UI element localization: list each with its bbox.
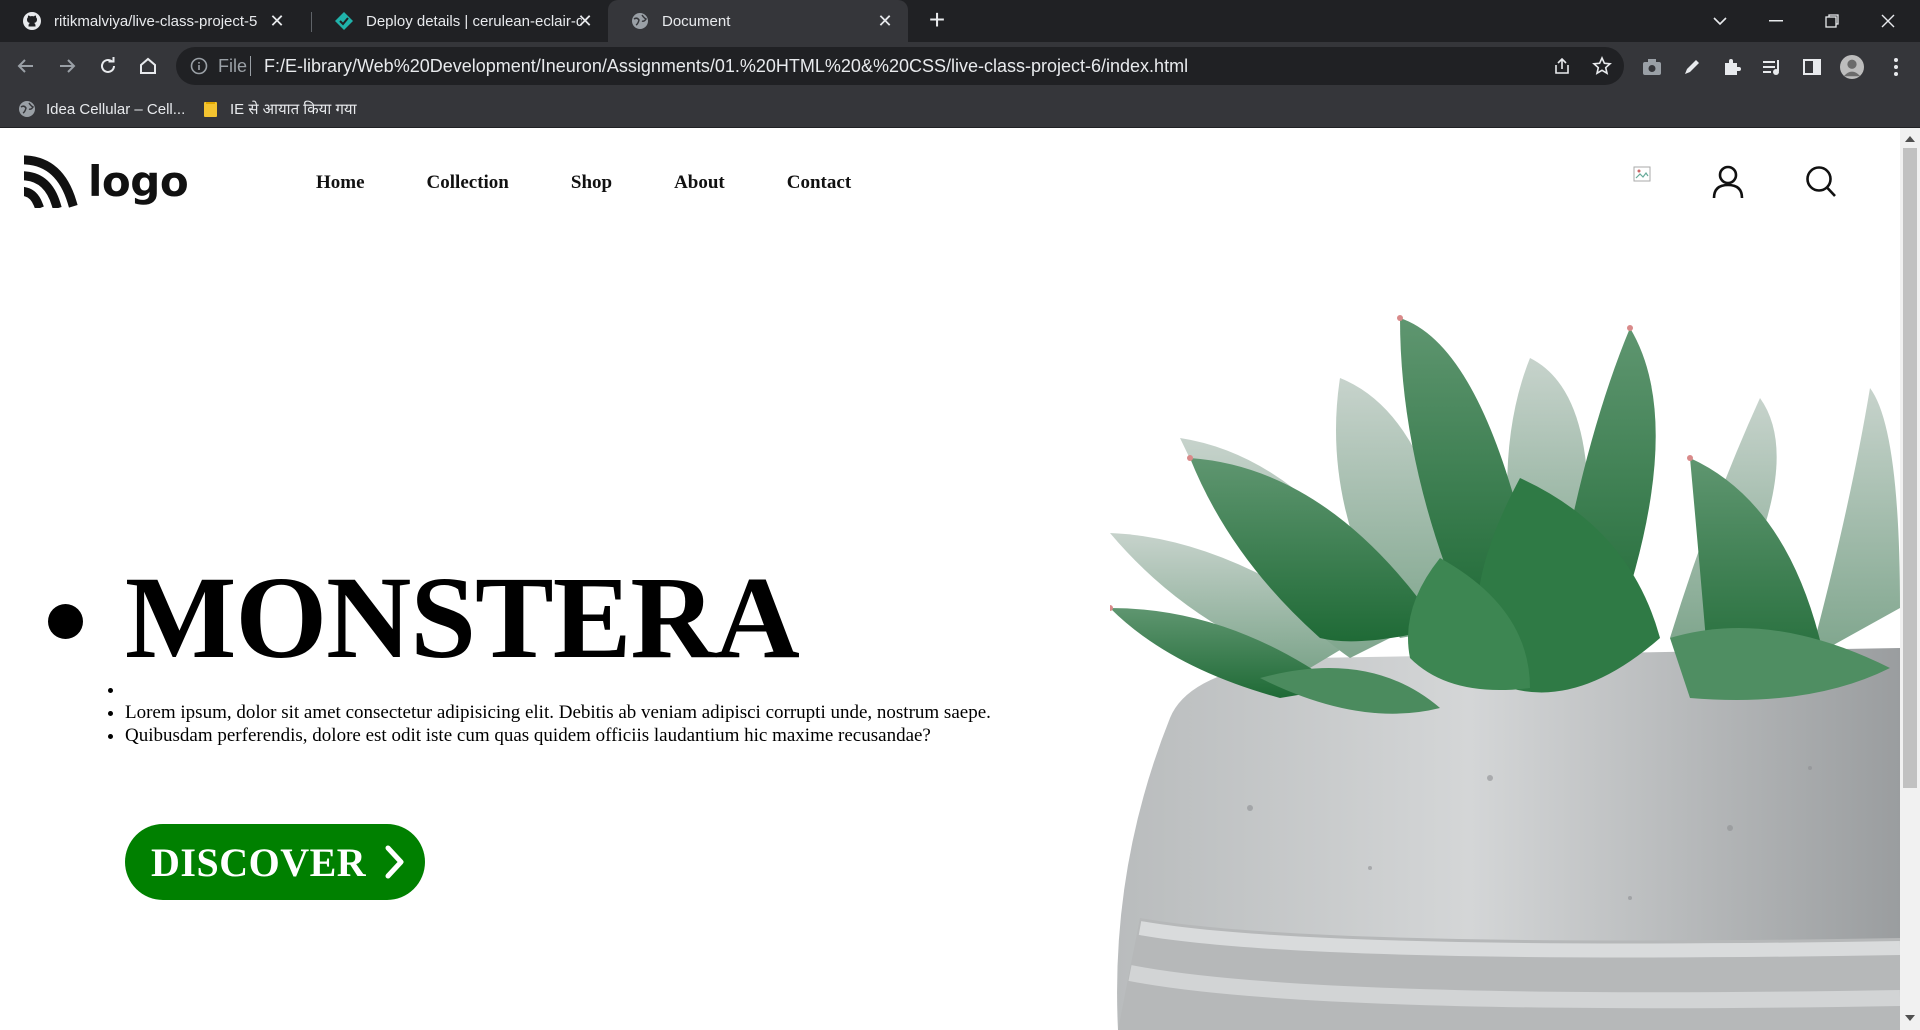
nav-contact[interactable]: Contact [787,172,851,194]
hero-description-line: Lorem ipsum, dolor sit amet consectetur … [125,701,991,724]
page-viewport: logo Home Collection Shop About Contact … [0,128,1920,1030]
menu-icon[interactable] [1884,55,1908,79]
forward-button[interactable] [53,52,81,80]
page-scrollbar[interactable] [1900,128,1920,1030]
media-queue-icon[interactable] [1760,55,1784,79]
browser-toolbar: File F:/E-library/Web%20Development/Ineu… [0,42,1920,90]
nav-collection[interactable]: Collection [427,172,509,194]
reload-button[interactable] [94,52,122,80]
home-button[interactable] [134,52,162,80]
tab-netlify[interactable]: Deploy details | cerulean-eclair-d ✕ [312,0,608,42]
folder-icon [204,102,217,117]
search-icon[interactable] [1804,164,1838,205]
tab-close-button[interactable]: ✕ [268,12,286,30]
new-tab-button[interactable]: + [923,6,951,35]
tab-strip: ritikmalviya/live-class-project-5 ✕ Depl… [0,0,1920,42]
extensions-icon[interactable] [1720,55,1744,79]
bookmark-label: Idea Cellular – Cell... [46,100,186,118]
bookmark-star-icon[interactable] [1592,56,1612,81]
user-icon[interactable] [1711,164,1745,205]
tab-github[interactable]: ritikmalviya/live-class-project-5 ✕ [0,0,300,42]
logo-text: logo [88,156,189,206]
bookmark-label: IE से आयात किया गया [230,101,357,118]
nav-shop[interactable]: Shop [571,172,612,194]
address-bar[interactable]: File F:/E-library/Web%20Development/Ineu… [176,47,1624,85]
discover-label: DISCOVER [151,839,367,885]
scroll-up-arrow[interactable] [1905,136,1915,142]
hero-title: MONSTERA [125,558,991,678]
divider [250,56,251,76]
nav-home[interactable]: Home [316,172,365,194]
share-icon[interactable] [1552,56,1572,81]
globe-icon [19,101,35,117]
hero-description-line: Quibusdam perferendis, dolore est odit i… [125,724,991,747]
github-icon [22,11,42,31]
site-logo[interactable]: logo [24,154,189,208]
tab-title: Deploy details | cerulean-eclair-d [366,12,582,30]
succulent-plant-image [1110,315,1900,1030]
bookmark-ie-folder[interactable]: IE से आयात किया गया [202,98,356,120]
broken-image-icon[interactable] [1633,166,1655,191]
tab-close-button[interactable]: ✕ [876,12,894,30]
bookmarks-bar: Idea Cellular – Cell... IE से आयात किया … [0,90,1920,128]
url-text[interactable]: F:/E-library/Web%20Development/Ineuron/A… [264,56,1188,77]
main-nav: Home Collection Shop About Contact [316,172,913,194]
globe-icon [630,11,650,31]
discover-button[interactable]: DISCOVER [125,824,425,900]
netlify-icon [334,11,354,31]
tab-title: ritikmalviya/live-class-project-5 [54,12,258,30]
tab-title: Document [662,12,731,30]
tab-search-icon[interactable] [1692,0,1748,42]
nav-about[interactable]: About [674,172,725,194]
info-icon[interactable] [190,57,208,80]
side-panel-icon[interactable] [1800,55,1824,79]
back-button[interactable] [12,52,40,80]
chevron-right-icon [384,844,406,880]
restore-button[interactable] [1804,0,1860,42]
hero-list: MONSTERA Lorem ipsum, dolor sit amet con… [125,558,991,747]
scroll-down-arrow[interactable] [1905,1015,1915,1021]
tab-close-button[interactable]: ✕ [576,12,594,30]
logo-mark-icon [24,155,78,208]
bookmark-idea-cellular[interactable]: Idea Cellular – Cell... [18,98,185,120]
minimize-button[interactable] [1748,0,1804,42]
profile-avatar[interactable] [1840,55,1864,79]
close-window-button[interactable] [1860,0,1916,42]
pen-icon[interactable] [1680,55,1704,79]
scheme-label: File [218,56,248,76]
tab-document[interactable]: Document ✕ [608,0,908,42]
scroll-thumb[interactable] [1903,148,1917,788]
camera-icon[interactable] [1640,55,1664,79]
